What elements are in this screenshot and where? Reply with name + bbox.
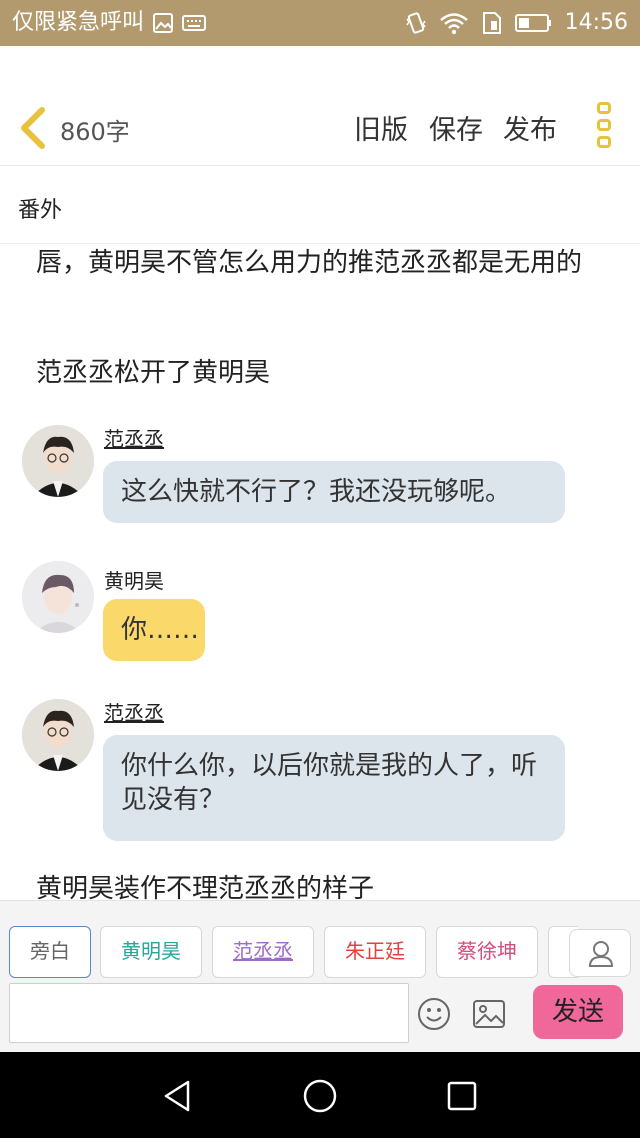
narration-text: 唇，黄明昊不管怎么用力的推范丞丞都是无用的	[36, 248, 583, 278]
recent-square-icon	[447, 1081, 477, 1111]
menu-dot-icon	[597, 102, 611, 114]
avatar-portrait-icon	[22, 561, 94, 633]
chevron-left-icon	[21, 107, 45, 149]
more-menu-button[interactable]	[594, 102, 614, 154]
message-input[interactable]	[9, 983, 409, 1043]
image-icon	[473, 1000, 505, 1028]
save-button[interactable]: 保存	[429, 108, 483, 147]
status-left: 仅限紧急呼叫	[12, 7, 207, 39]
role-chip[interactable]: 范丞丞	[212, 926, 314, 978]
nav-recent-button[interactable]	[442, 1076, 482, 1116]
role-chip[interactable]: 蔡徐坤	[436, 926, 538, 978]
avatar-portrait-icon	[22, 699, 94, 771]
back-button[interactable]	[14, 106, 54, 150]
vibrate-icon	[405, 12, 426, 34]
role-chip-aside[interactable]: 旁白	[9, 926, 91, 978]
word-count: 860字	[60, 118, 130, 146]
speaker-name: 黄明昊	[104, 569, 164, 593]
role-chip[interactable]: 朱正廷	[324, 926, 426, 978]
emoji-button[interactable]	[417, 997, 451, 1031]
message-bubble: 你……	[103, 599, 205, 661]
narration-text: 范丞丞松开了黄明昊	[36, 358, 271, 388]
add-role-button[interactable]	[569, 929, 631, 977]
publish-button[interactable]: 发布	[503, 108, 557, 147]
clock: 14:56	[564, 10, 628, 35]
home-circle-icon	[303, 1079, 337, 1113]
image-icon	[153, 13, 174, 33]
editor-header: 860字 旧版 保存 发布	[0, 86, 640, 166]
narration-text: 黄明昊装作不理范丞丞的样子	[36, 874, 375, 900]
menu-dot-icon	[597, 136, 611, 148]
chapter-title-bar[interactable]: 番外	[0, 166, 640, 244]
back-triangle-icon	[164, 1080, 190, 1112]
nav-home-button[interactable]	[300, 1076, 340, 1116]
nav-back-button[interactable]	[158, 1076, 198, 1116]
role-chip[interactable]: 黄明昊	[100, 926, 202, 978]
wifi-icon	[439, 13, 468, 35]
battery-icon	[514, 14, 551, 32]
avatar	[22, 425, 94, 497]
smiley-icon	[418, 998, 450, 1030]
old-version-button[interactable]: 旧版	[354, 108, 408, 147]
chapter-title: 番外	[18, 198, 63, 223]
status-bar: 仅限紧急呼叫 14:56	[0, 0, 640, 46]
avatar	[22, 561, 94, 633]
message-bubble: 你什么你，以后你就是我的人了，听见没有？	[103, 735, 565, 841]
speaker-name: 范丞丞	[104, 701, 164, 725]
carrier-text: 仅限紧急呼叫	[12, 10, 145, 35]
composer-panel: 旁白 黄明昊 范丞丞 朱正廷 蔡徐坤 发送	[0, 900, 640, 1052]
user-icon	[588, 941, 614, 967]
keyboard-icon	[182, 15, 207, 31]
story-content[interactable]: 唇，黄明昊不管怎么用力的推范丞丞都是无用的 范丞丞松开了黄明昊 范丞丞 这么快就…	[0, 245, 640, 900]
image-button[interactable]	[472, 998, 506, 1030]
send-button[interactable]: 发送	[533, 985, 623, 1039]
status-right: 14:56	[405, 7, 628, 39]
navigation-bar	[0, 1052, 640, 1138]
avatar-portrait-icon	[22, 425, 94, 497]
sim-icon	[482, 12, 501, 34]
speaker-name: 范丞丞	[104, 427, 164, 451]
menu-dot-icon	[597, 119, 611, 131]
avatar	[22, 699, 94, 771]
message-bubble: 这么快就不行了？我还没玩够呢。	[103, 461, 565, 523]
